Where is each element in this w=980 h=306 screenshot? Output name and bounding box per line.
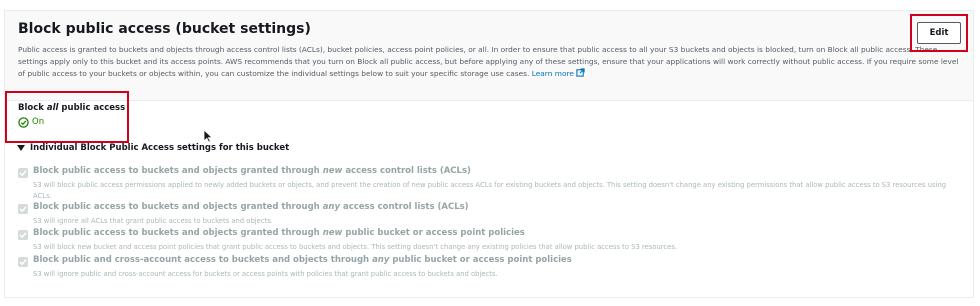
- checkmark-icon: [19, 259, 27, 266]
- setting-title: Block public access to buckets and objec…: [33, 202, 469, 212]
- setting-title-post: public bucket or access point policies: [342, 228, 525, 238]
- status-label: On: [32, 117, 45, 127]
- setting-title-emphasis: new: [322, 228, 343, 238]
- setting-title-post: public bucket or access point policies: [389, 255, 572, 265]
- setting-title-pre: Block public access to buckets and objec…: [33, 228, 323, 238]
- checkmark-icon: [19, 206, 27, 213]
- panel-description: Public access is granted to buckets and …: [18, 44, 962, 80]
- panel-title: Block public access (bucket settings): [18, 21, 311, 37]
- setting-title-emphasis: any: [372, 255, 390, 265]
- edit-button[interactable]: Edit: [917, 22, 961, 44]
- individual-settings-heading: Individual Block Public Access settings …: [30, 143, 290, 153]
- block-all-title-post: public access: [58, 103, 126, 113]
- setting-title: Block public and cross-account access to…: [33, 255, 572, 265]
- setting-title-pre: Block public access to buckets and objec…: [33, 202, 323, 212]
- setting-description: S3 will block public access permissions …: [33, 181, 947, 200]
- caret-down-icon: [17, 145, 25, 151]
- checkbox-any-acls[interactable]: [18, 204, 28, 214]
- setting-title-emphasis: new: [322, 166, 343, 176]
- block-all-status: On: [18, 116, 44, 128]
- setting-description: S3 will ignore all ACLs that grant publi…: [33, 217, 273, 225]
- panel-header: Block public access (bucket settings) Pu…: [5, 11, 973, 101]
- mouse-pointer-icon: [203, 129, 213, 143]
- setting-title-pre: Block public and cross-account access to…: [33, 255, 373, 265]
- checkbox-new-policies[interactable]: [18, 230, 28, 240]
- setting-title-emphasis: any: [322, 202, 341, 212]
- setting-title: Block public access to buckets and objec…: [33, 228, 525, 238]
- description-text: Public access is granted to buckets and …: [18, 45, 959, 78]
- check-circle-icon: [18, 116, 29, 128]
- learn-more-label: Learn more: [531, 69, 574, 78]
- setting-title-post: access control lists (ACLs): [340, 202, 469, 212]
- checkmark-icon: [19, 232, 27, 239]
- checkmark-icon: [19, 170, 27, 177]
- setting-title-post: access control lists (ACLs): [342, 166, 471, 176]
- edit-button-highlight: Edit: [910, 14, 968, 52]
- block-all-title-emphasis: all: [46, 103, 59, 113]
- setting-title: Block public access to buckets and objec…: [33, 166, 471, 176]
- block-all-title: Block all public access: [18, 103, 125, 113]
- individual-settings-toggle[interactable]: Individual Block Public Access settings …: [17, 143, 289, 153]
- checkbox-new-acls[interactable]: [18, 168, 28, 178]
- setting-description: S3 will block new bucket and access poin…: [33, 243, 678, 251]
- setting-title-pre: Block public access to buckets and objec…: [33, 166, 323, 176]
- setting-description: S3 will ignore public and cross-account …: [33, 270, 498, 278]
- checkbox-any-policies[interactable]: [18, 257, 28, 267]
- block-all-public-access-highlight: Block all public access On: [5, 91, 129, 143]
- external-link-icon: [576, 68, 585, 77]
- learn-more-link[interactable]: Learn more: [531, 68, 585, 78]
- block-all-title-pre: Block: [18, 103, 47, 113]
